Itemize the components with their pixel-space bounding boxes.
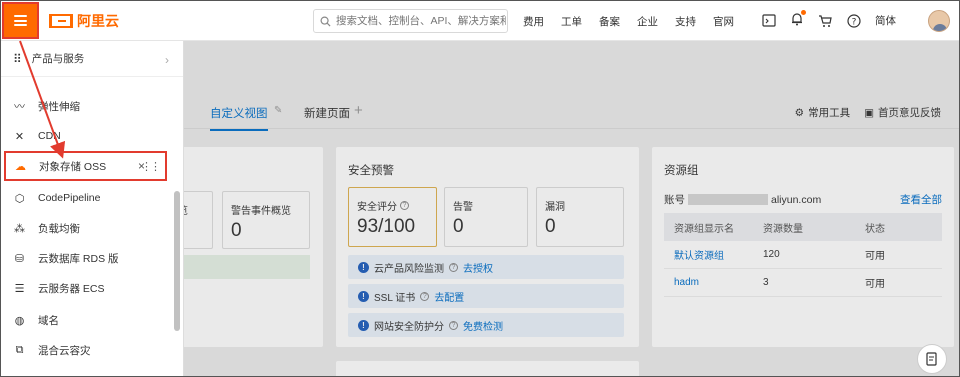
global-search[interactable] — [313, 9, 508, 33]
top-nav-links: 费用 工单 备案 企业 支持 官网 — [523, 1, 751, 41]
nav-icp[interactable]: 备案 — [599, 14, 620, 29]
rds-icon: ⛁ — [14, 252, 25, 265]
sidebar-item-hybrid-dr[interactable]: ⧉ 混合云容灾 — [1, 335, 171, 365]
sidebar-item-label: 混合云容灾 — [38, 344, 91, 357]
nav-ticket[interactable]: 工单 — [561, 14, 582, 29]
language-switch[interactable]: 简体 — [875, 13, 896, 28]
search-input[interactable] — [336, 15, 506, 27]
svg-text:?: ? — [852, 17, 857, 27]
notification-dot — [801, 10, 806, 15]
nav-billing[interactable]: 费用 — [523, 14, 544, 29]
sidebar-item-label: 负载均衡 — [38, 222, 80, 235]
terminal-icon[interactable] — [762, 14, 776, 27]
domain-icon: ◍ — [14, 314, 25, 327]
nav-enterprise[interactable]: 企业 — [637, 14, 658, 29]
menu-scrollbar[interactable] — [174, 191, 180, 331]
feedback-float-button[interactable] — [917, 344, 947, 374]
sidebar-item-domain[interactable]: ◍ 域名 — [1, 305, 171, 335]
sidebar-item-slb[interactable]: ⁂ 负载均衡 — [1, 213, 171, 243]
sidebar-item-ecs[interactable]: ☰ 云服务器 ECS — [1, 273, 171, 303]
sidebar-item-label: 云数据库 RDS 版 — [38, 252, 119, 265]
nav-support[interactable]: 支持 — [675, 14, 696, 29]
sidebar-item-label: 云服务器 ECS — [38, 282, 105, 295]
ecs-icon: ☰ — [14, 282, 25, 295]
notification-button[interactable] — [790, 10, 806, 29]
sidebar-item-label: 域名 — [38, 314, 59, 327]
nav-official-site[interactable]: 官网 — [713, 14, 734, 29]
sidebar-item-rds[interactable]: ⛁ 云数据库 RDS 版 — [1, 243, 171, 273]
avatar[interactable] — [928, 10, 950, 32]
codepipeline-icon: ⬡ — [14, 192, 25, 205]
search-icon — [320, 16, 331, 27]
top-icon-group: ? 简体 — [762, 10, 896, 29]
app-window: 自定义视图 ✎ 新建页面 + ⚙常用工具 ▣首页意见反馈 览 警告事件概览 0 … — [0, 0, 960, 377]
sidebar-item-codepipeline[interactable]: ⬡ CodePipeline — [1, 183, 171, 213]
edit-note-icon — [926, 352, 937, 366]
annotation-arrow — [19, 40, 66, 159]
help-circle-icon[interactable]: ? — [847, 13, 861, 28]
dim-overlay[interactable] — [176, 41, 959, 376]
hybrid-dr-icon: ⧉ — [15, 343, 24, 356]
slb-icon: ⁂ — [14, 222, 25, 235]
cart-icon[interactable] — [818, 14, 833, 28]
sidebar-item-label: CodePipeline — [38, 192, 101, 204]
